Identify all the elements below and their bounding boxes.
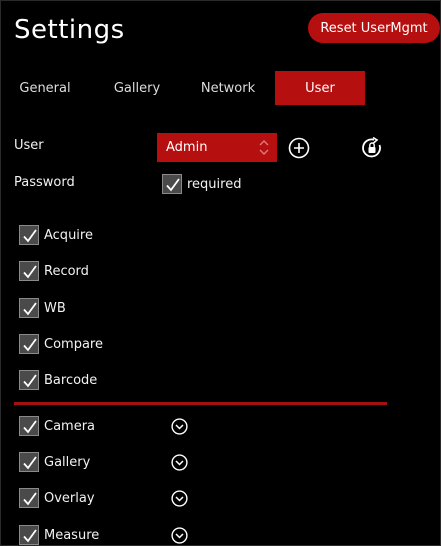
chevron-down-circle-icon[interactable] xyxy=(171,527,188,544)
settings-window: Settings Reset UserMgmt General Gallery … xyxy=(0,0,441,546)
tab-bar: General Gallery Network User xyxy=(1,71,441,105)
permission-checkbox-barcode[interactable] xyxy=(19,370,39,390)
permission-label-camera: Camera xyxy=(44,419,96,434)
password-required-label: required xyxy=(187,177,242,192)
check-icon xyxy=(23,302,37,316)
chevron-down-circle-icon[interactable] xyxy=(171,490,188,507)
chevron-down-circle-icon[interactable] xyxy=(171,454,188,471)
tab-network[interactable]: Network xyxy=(184,71,272,105)
permission-checkbox-compare[interactable] xyxy=(19,334,39,354)
check-icon xyxy=(23,374,37,388)
tab-general[interactable]: General xyxy=(1,71,89,105)
chevron-down-circle-icon[interactable] xyxy=(171,418,188,435)
plus-circle-icon[interactable] xyxy=(288,137,310,159)
select-arrows-icon xyxy=(259,140,269,155)
section-divider xyxy=(14,402,387,405)
permission-label-record: Record xyxy=(44,264,89,279)
password-required-checkbox[interactable] xyxy=(162,174,182,194)
permission-checkbox-record[interactable] xyxy=(19,261,39,281)
permission-label-wb: WB xyxy=(44,301,66,316)
permission-checkbox-wb[interactable] xyxy=(19,298,39,318)
permission-label-measure: Measure xyxy=(44,528,100,543)
lock-reset-icon[interactable] xyxy=(361,137,383,159)
permission-label-acquire: Acquire xyxy=(44,228,93,243)
user-select[interactable]: Admin xyxy=(157,133,277,162)
page-title: Settings xyxy=(14,15,125,45)
user-select-value: Admin xyxy=(166,140,208,155)
check-icon xyxy=(23,420,37,434)
permission-label-overlay: Overlay xyxy=(44,491,95,506)
user-label: User xyxy=(14,138,44,153)
reset-usermgmt-button[interactable]: Reset UserMgmt xyxy=(308,13,440,43)
permission-label-gallery: Gallery xyxy=(44,455,91,470)
check-icon xyxy=(23,492,37,506)
check-icon xyxy=(23,265,37,279)
tab-gallery[interactable]: Gallery xyxy=(93,71,181,105)
check-icon xyxy=(23,456,37,470)
password-label: Password xyxy=(14,175,75,190)
check-icon xyxy=(23,529,37,543)
permission-label-barcode: Barcode xyxy=(44,373,98,388)
permission-label-compare: Compare xyxy=(44,337,103,352)
check-icon xyxy=(23,338,37,352)
check-icon xyxy=(23,229,37,243)
permission-checkbox-acquire[interactable] xyxy=(19,225,39,245)
permission-checkbox-camera[interactable] xyxy=(19,416,39,436)
permission-checkbox-measure[interactable] xyxy=(19,525,39,545)
check-icon xyxy=(166,178,180,192)
permission-checkbox-overlay[interactable] xyxy=(19,488,39,508)
tab-user[interactable]: User xyxy=(275,71,365,105)
permission-checkbox-gallery[interactable] xyxy=(19,452,39,472)
